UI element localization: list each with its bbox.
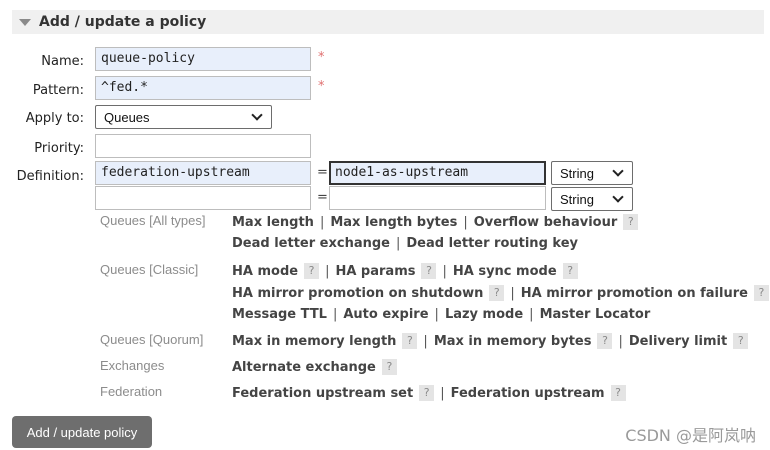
hint-link[interactable]: Federation upstream [451,386,605,401]
help-icon[interactable]: ? [562,263,578,279]
hint-link[interactable]: Max in memory bytes [434,334,592,349]
hint-link[interactable]: Master Locator [540,307,651,322]
hint-link[interactable]: HA params [335,264,415,279]
pattern-label: Pattern: [32,83,84,98]
help-icon[interactable]: ? [489,285,505,301]
pattern-input[interactable]: ^fed.* [95,76,311,100]
definition-equals-sign: = [317,165,328,180]
hint-link[interactable]: Max length bytes [330,215,457,230]
help-icon[interactable]: ? [381,359,397,375]
hint-link[interactable]: HA sync mode [453,264,557,279]
hint-link[interactable]: Max in memory length [232,334,396,349]
help-icon[interactable]: ? [421,263,437,279]
watermark: CSDN @是阿岚呐 [625,426,756,445]
chevron-down-icon [612,164,624,177]
hint-link[interactable]: Overflow behaviour [474,215,618,230]
help-icon[interactable]: ? [623,214,639,230]
hint-line-queues-quorum-1: Max in memory length ? | Max in memory b… [232,333,749,349]
hint-line-queues-all-2: Dead letter exchange | Dead letter routi… [232,236,578,251]
pattern-required-mark: * [318,79,325,94]
name-label: Name: [41,54,84,69]
hint-link[interactable]: Dead letter routing key [406,236,578,251]
name-required-mark: * [318,50,325,65]
help-icon[interactable]: ? [419,385,435,401]
help-icon[interactable]: ? [597,333,613,349]
help-icon[interactable]: ? [304,263,320,279]
help-icon[interactable]: ? [753,285,769,301]
help-icon[interactable]: ? [610,385,626,401]
hint-line-queues-classic-3: Message TTL | Auto expire | Lazy mode | … [232,307,651,322]
chevron-down-icon [251,108,263,121]
apply-to-select[interactable]: Queues [95,105,272,129]
definition-key-input[interactable]: federation-upstream [95,161,311,185]
hint-category-queues-quorum: Queues [Quorum] [100,332,204,347]
hint-line-federation-1: Federation upstream set ? | Federation u… [232,385,626,401]
priority-input[interactable] [95,134,311,158]
help-icon[interactable]: ? [402,333,418,349]
hint-line-queues-all-1: Max length | Max length bytes | Overflow… [232,214,639,230]
apply-to-label: Apply to: [25,111,84,126]
definition-type-value-2: String [560,191,594,207]
definition-value-input[interactable]: node1-as-upstream [329,161,546,185]
hint-category-queues-all: Queues [All types] [100,213,206,228]
hint-category-exchanges: Exchanges [100,358,165,373]
help-icon[interactable]: ? [733,333,749,349]
definition-value-input-2[interactable] [329,186,546,210]
definition-equals-sign-2: = [317,190,328,205]
hint-line-exchanges-1: Alternate exchange ? [232,359,397,375]
hint-link[interactable]: Message TTL [232,307,327,322]
chevron-down-icon [612,190,624,203]
hint-link[interactable]: Delivery limit [629,334,727,349]
hint-link[interactable]: HA mode [232,264,298,279]
hint-link[interactable]: Dead letter exchange [232,236,390,251]
hint-link[interactable]: Alternate exchange [232,360,376,375]
definition-type-value: String [560,165,594,181]
definition-type-select[interactable]: String [551,161,633,185]
definition-key-input-2[interactable] [95,186,311,210]
section-header[interactable]: Add / update a policy [12,10,764,34]
add-update-policy-button[interactable]: Add / update policy [12,416,152,448]
hint-link[interactable]: Auto expire [343,307,428,322]
name-input[interactable]: queue-policy [95,47,311,71]
apply-to-selected-value: Queues [104,109,150,125]
hint-category-federation: Federation [100,384,163,399]
hint-link[interactable]: Federation upstream set [232,386,413,401]
hint-line-queues-classic-2: HA mirror promotion on shutdown ? | HA m… [232,285,769,301]
hint-line-queues-classic-1: HA mode ? | HA params ? | HA sync mode ? [232,263,578,279]
hint-link[interactable]: HA mirror promotion on shutdown [232,286,483,301]
hint-category-queues-classic: Queues [Classic] [100,262,199,277]
hint-link[interactable]: HA mirror promotion on failure [521,286,748,301]
definition-type-select-2[interactable]: String [551,187,633,211]
priority-label: Priority: [34,141,84,156]
definition-label: Definition: [16,169,84,184]
section-title: Add / update a policy [39,14,207,30]
hint-link[interactable]: Max length [232,215,314,230]
hint-link[interactable]: Lazy mode [445,307,523,322]
collapse-triangle-icon[interactable] [19,18,31,26]
